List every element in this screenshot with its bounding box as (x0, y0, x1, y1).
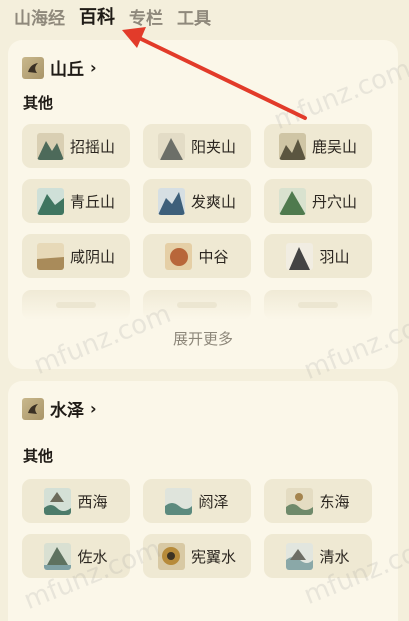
annotation-arrow-icon (122, 27, 307, 120)
